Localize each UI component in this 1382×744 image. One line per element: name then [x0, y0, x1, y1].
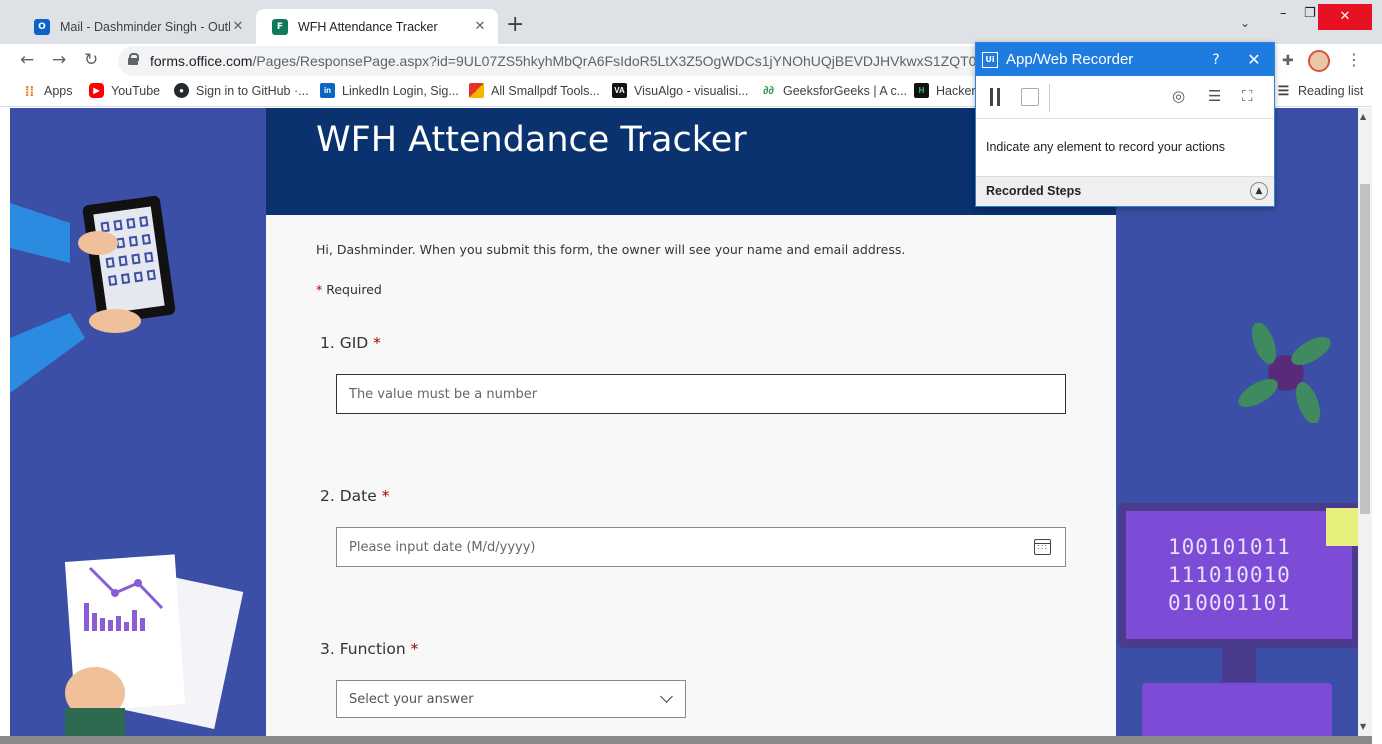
steps-list-icon[interactable]: ☰ — [1208, 87, 1221, 105]
reading-list-icon: ☰ — [1277, 82, 1290, 98]
page-scrollbar[interactable]: ▲ ▼ — [1358, 108, 1372, 736]
recorder-window: Ui App/Web Recorder ? ✕ ◎ ☰ ⛶ Indicate a… — [975, 42, 1275, 207]
keyboard-illustration — [1142, 683, 1332, 743]
function-select[interactable]: Select your answer — [336, 680, 686, 718]
recorded-steps-label: Recorded Steps — [986, 184, 1082, 198]
sticky-note-illustration — [1326, 508, 1358, 546]
recorder-instruction: Indicate any element to record your acti… — [986, 140, 1226, 154]
taskbar — [0, 736, 1372, 744]
scroll-thumb[interactable] — [1360, 184, 1370, 514]
hackerrank-icon: H — [914, 83, 929, 98]
monitor-illustration: 100101011 111010010 010001101 — [1118, 503, 1358, 648]
help-button[interactable]: ? — [1198, 52, 1234, 68]
target-icon[interactable]: ◎ — [1172, 87, 1185, 105]
apps-grid-icon: ⁞⁞ — [24, 82, 35, 99]
chevron-down-icon — [660, 690, 673, 703]
tablet-illustration — [10, 195, 176, 393]
report-illustration — [64, 554, 244, 744]
uipath-logo-icon: Ui — [982, 51, 998, 68]
calendar-icon[interactable] — [1034, 539, 1051, 555]
tab-title: WFH Attendance Tracker — [298, 19, 438, 34]
question-date-title: 2. Date * — [320, 487, 390, 505]
restore-icon[interactable]: ❐ — [1304, 6, 1316, 21]
window-frame — [1372, 44, 1382, 744]
reading-list[interactable]: ☰ Reading list — [1276, 82, 1364, 98]
bookmark-apps[interactable]: ⁞⁞ Apps — [22, 82, 73, 99]
bookmark-smallpdf[interactable]: All Smallpdf Tools... — [469, 83, 600, 98]
scroll-down-icon[interactable]: ▼ — [1360, 722, 1366, 731]
toolbar-divider — [1049, 84, 1050, 112]
forward-icon[interactable]: → — [52, 50, 66, 70]
linkedin-icon: in — [320, 83, 335, 98]
leaf-illustration — [1238, 323, 1331, 423]
reload-icon[interactable]: ↻ — [84, 50, 98, 70]
binary-line: 100101011 — [1168, 535, 1291, 559]
bookmark-youtube[interactable]: ▶ YouTube — [89, 83, 160, 98]
recorder-titlebar[interactable]: Ui App/Web Recorder ? ✕ — [976, 43, 1274, 76]
gid-placeholder: The value must be a number — [349, 387, 538, 402]
extensions-icon[interactable]: ✚ — [1282, 53, 1294, 69]
collapse-icon[interactable]: ▲ — [1250, 182, 1268, 200]
bookmark-geeksforgeeks[interactable]: ∂∂ GeeksforGeeks | A c... — [761, 83, 907, 98]
smallpdf-icon — [469, 83, 484, 98]
date-placeholder: Please input date (M/d/yyyy) — [349, 540, 536, 555]
minimize-icon[interactable]: – — [1280, 6, 1287, 21]
date-input[interactable]: Please input date (M/d/yyyy) — [336, 527, 1066, 567]
gid-input[interactable]: The value must be a number — [336, 374, 1066, 414]
recorder-toolbar: ◎ ☰ ⛶ — [976, 76, 1274, 119]
required-label: Required — [326, 282, 382, 297]
close-icon[interactable]: ✕ — [1234, 50, 1274, 69]
profile-avatar[interactable] — [1308, 50, 1330, 72]
scroll-up-icon[interactable]: ▲ — [1360, 112, 1366, 121]
url-text[interactable]: forms.office.com/Pages/ResponsePage.aspx… — [150, 53, 980, 69]
form-body: Hi, Dashminder. When you submit this for… — [266, 215, 1116, 744]
new-tab-button[interactable]: + — [506, 12, 524, 38]
binary-line: 010001101 — [1168, 591, 1291, 615]
geeksforgeeks-icon: ∂∂ — [763, 84, 774, 97]
binary-line: 111010010 — [1168, 563, 1291, 587]
recorder-title: App/Web Recorder — [1006, 51, 1134, 68]
question-function-title: 3. Function * — [320, 640, 419, 658]
bookmark-linkedin[interactable]: in LinkedIn Login, Sig... — [320, 83, 459, 98]
tab-wfh-attendance-tracker[interactable]: F WFH Attendance Tracker ✕ — [256, 9, 498, 44]
bookmark-github[interactable]: ● Sign in to GitHub ·... — [174, 83, 309, 98]
form-title: WFH Attendance Tracker — [316, 120, 747, 160]
tab-strip: O Mail - Dashminder Singh - Outlo ✕ F WF… — [0, 0, 1382, 44]
identity-notice: Hi, Dashminder. When you submit this for… — [316, 242, 906, 257]
close-tab-icon[interactable]: ✕ — [472, 19, 488, 34]
close-window-icon[interactable]: ✕ — [1318, 4, 1372, 30]
close-tab-icon[interactable]: ✕ — [230, 19, 246, 34]
question-gid-title: 1. GID * — [320, 334, 381, 352]
tab-title: Mail - Dashminder Singh - Outlo — [60, 19, 230, 34]
menu-icon[interactable]: ⋮ — [1346, 50, 1362, 69]
outlook-icon: O — [34, 18, 50, 35]
recorded-steps-panel[interactable]: Recorded Steps ▲ — [976, 176, 1274, 206]
required-star: * — [316, 282, 323, 297]
youtube-icon: ▶ — [89, 83, 104, 98]
back-icon[interactable]: ← — [20, 50, 34, 70]
lock-icon[interactable] — [128, 53, 139, 65]
visualgo-icon: VA — [612, 83, 627, 98]
bookmark-visualgo[interactable]: VA VisuAlgo - visualisi... — [612, 83, 748, 98]
github-icon: ● — [174, 83, 189, 98]
save-icon[interactable] — [1021, 88, 1039, 106]
monitor-stand — [1222, 648, 1256, 682]
required-legend: * Required — [316, 282, 382, 297]
bookmark-hackerrank[interactable]: H Hacker — [914, 83, 976, 98]
tab-outlook-mail[interactable]: O Mail - Dashminder Singh - Outlo ✕ — [18, 9, 256, 44]
function-placeholder: Select your answer — [349, 692, 474, 707]
tab-search-icon[interactable]: ⌄ — [1240, 16, 1250, 30]
forms-icon: F — [272, 18, 288, 35]
pause-icon[interactable] — [990, 88, 1000, 106]
selector-icon[interactable]: ⛶ — [1242, 87, 1253, 105]
